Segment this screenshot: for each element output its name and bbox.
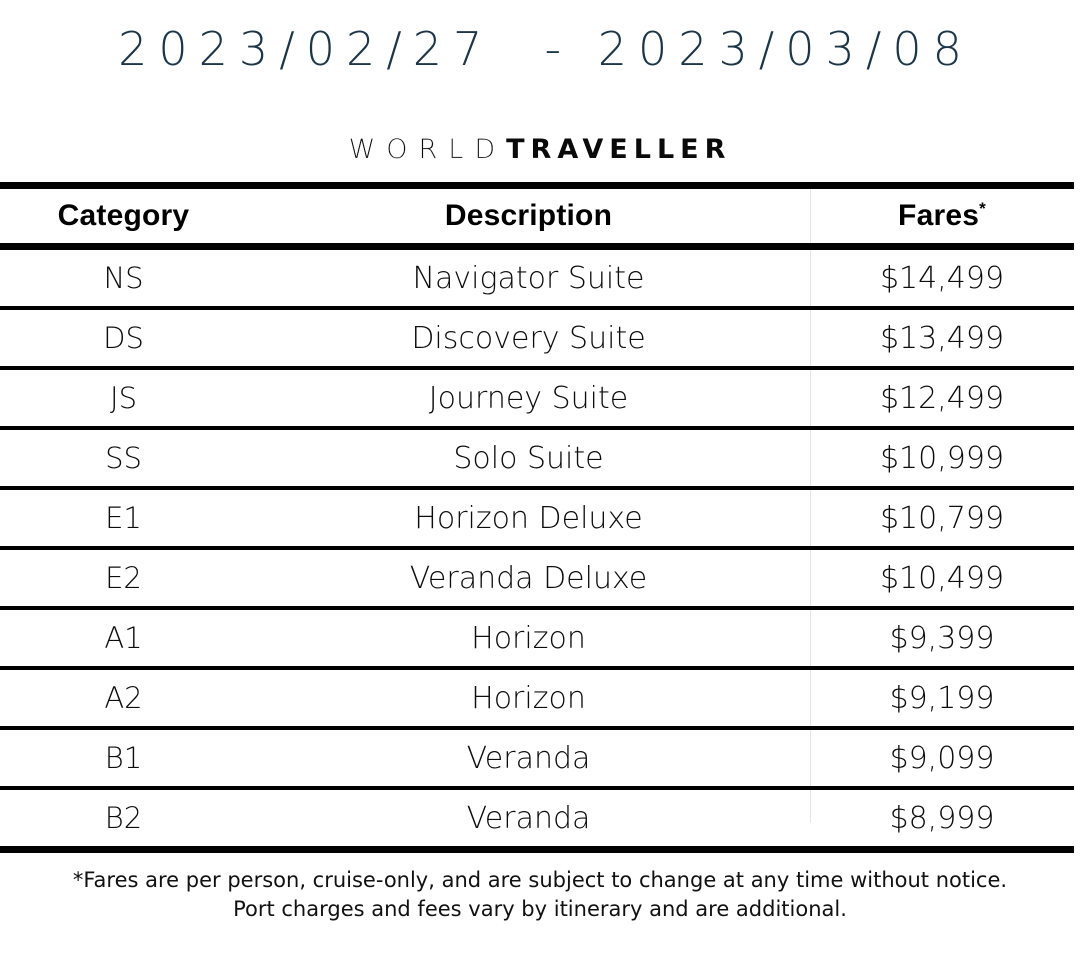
cell-description: Veranda Deluxe xyxy=(247,548,810,610)
table-row: SS Solo Suite $10,999 xyxy=(0,428,1074,490)
column-header-description-label: Description xyxy=(444,199,613,232)
table-row: JS Journey Suite $12,499 xyxy=(0,368,1074,430)
cell-fare: $12,499 xyxy=(810,368,1074,430)
fare-sheet-page: 2023/02/27 - 2023/03/08 WORLDTRAVELLER C… xyxy=(0,0,1080,972)
cell-fare: $14,499 xyxy=(810,246,1074,310)
brand-word-world: WORLD xyxy=(348,134,507,165)
cell-fare: $9,199 xyxy=(810,668,1074,730)
cell-fare: $13,499 xyxy=(810,308,1074,370)
cell-description: Navigator Suite xyxy=(247,246,810,310)
column-header-fares: Fares* xyxy=(810,182,1074,250)
cell-category: A1 xyxy=(0,608,247,670)
cell-category: JS xyxy=(0,368,247,430)
cell-fare: $9,099 xyxy=(810,728,1074,790)
brand-word-traveller: TRAVELLER xyxy=(506,134,732,165)
column-header-description: Description xyxy=(247,182,810,250)
table-row: E1 Horizon Deluxe $10,799 xyxy=(0,488,1074,550)
fares-footnote-marker: * xyxy=(979,199,986,218)
fares-disclaimer-line-1: *Fares are per person, cruise-only, and … xyxy=(72,868,1008,892)
column-header-fares-label: Fares xyxy=(898,199,980,232)
table-row: A1 Horizon $9,399 xyxy=(0,608,1074,670)
cell-description: Horizon xyxy=(247,608,810,670)
cell-fare: $8,999 xyxy=(810,788,1074,853)
cell-category: B2 xyxy=(0,788,247,853)
column-header-category-label: Category xyxy=(57,199,190,232)
table-row: B2 Veranda $8,999 xyxy=(0,788,1074,853)
column-header-category: Category xyxy=(0,182,247,250)
cell-category: SS xyxy=(0,428,247,490)
cell-description: Journey Suite xyxy=(247,368,810,430)
table-row: DS Discovery Suite $13,499 xyxy=(0,308,1074,370)
table-row: B1 Veranda $9,099 xyxy=(0,728,1074,790)
table-row: NS Navigator Suite $14,499 xyxy=(0,246,1074,310)
cell-category: B1 xyxy=(0,728,247,790)
cell-description: Veranda xyxy=(247,788,810,853)
cell-fare: $9,399 xyxy=(810,608,1074,670)
cell-category: NS xyxy=(0,246,247,310)
cell-description: Horizon xyxy=(247,668,810,730)
fares-disclaimer: *Fares are per person, cruise-only, and … xyxy=(0,866,1080,924)
table-header-row: Category Description Fares* xyxy=(0,182,1074,250)
cell-description: Horizon Deluxe xyxy=(247,488,810,550)
brand-logo: WORLDTRAVELLER xyxy=(0,133,1080,167)
fares-disclaimer-line-2: Port charges and fees vary by itinerary … xyxy=(233,897,847,921)
fares-table: Category Description Fares* NS Navigator… xyxy=(0,182,1074,853)
date-range-heading: 2023/02/27 - 2023/03/08 xyxy=(118,22,973,76)
cell-description: Veranda xyxy=(247,728,810,790)
cell-category: A2 xyxy=(0,668,247,730)
cell-fare: $10,799 xyxy=(810,488,1074,550)
cell-category: E1 xyxy=(0,488,247,550)
cell-category: DS xyxy=(0,308,247,370)
fares-table-header: Category Description Fares* xyxy=(0,182,1074,250)
table-row: A2 Horizon $9,199 xyxy=(0,668,1074,730)
cell-description: Solo Suite xyxy=(247,428,810,490)
cell-category: E2 xyxy=(0,548,247,610)
fares-table-body: NS Navigator Suite $14,499 DS Discovery … xyxy=(0,246,1074,853)
table-row: E2 Veranda Deluxe $10,499 xyxy=(0,548,1074,610)
cell-fare: $10,999 xyxy=(810,428,1074,490)
cell-description: Discovery Suite xyxy=(247,308,810,370)
cell-fare: $10,499 xyxy=(810,548,1074,610)
